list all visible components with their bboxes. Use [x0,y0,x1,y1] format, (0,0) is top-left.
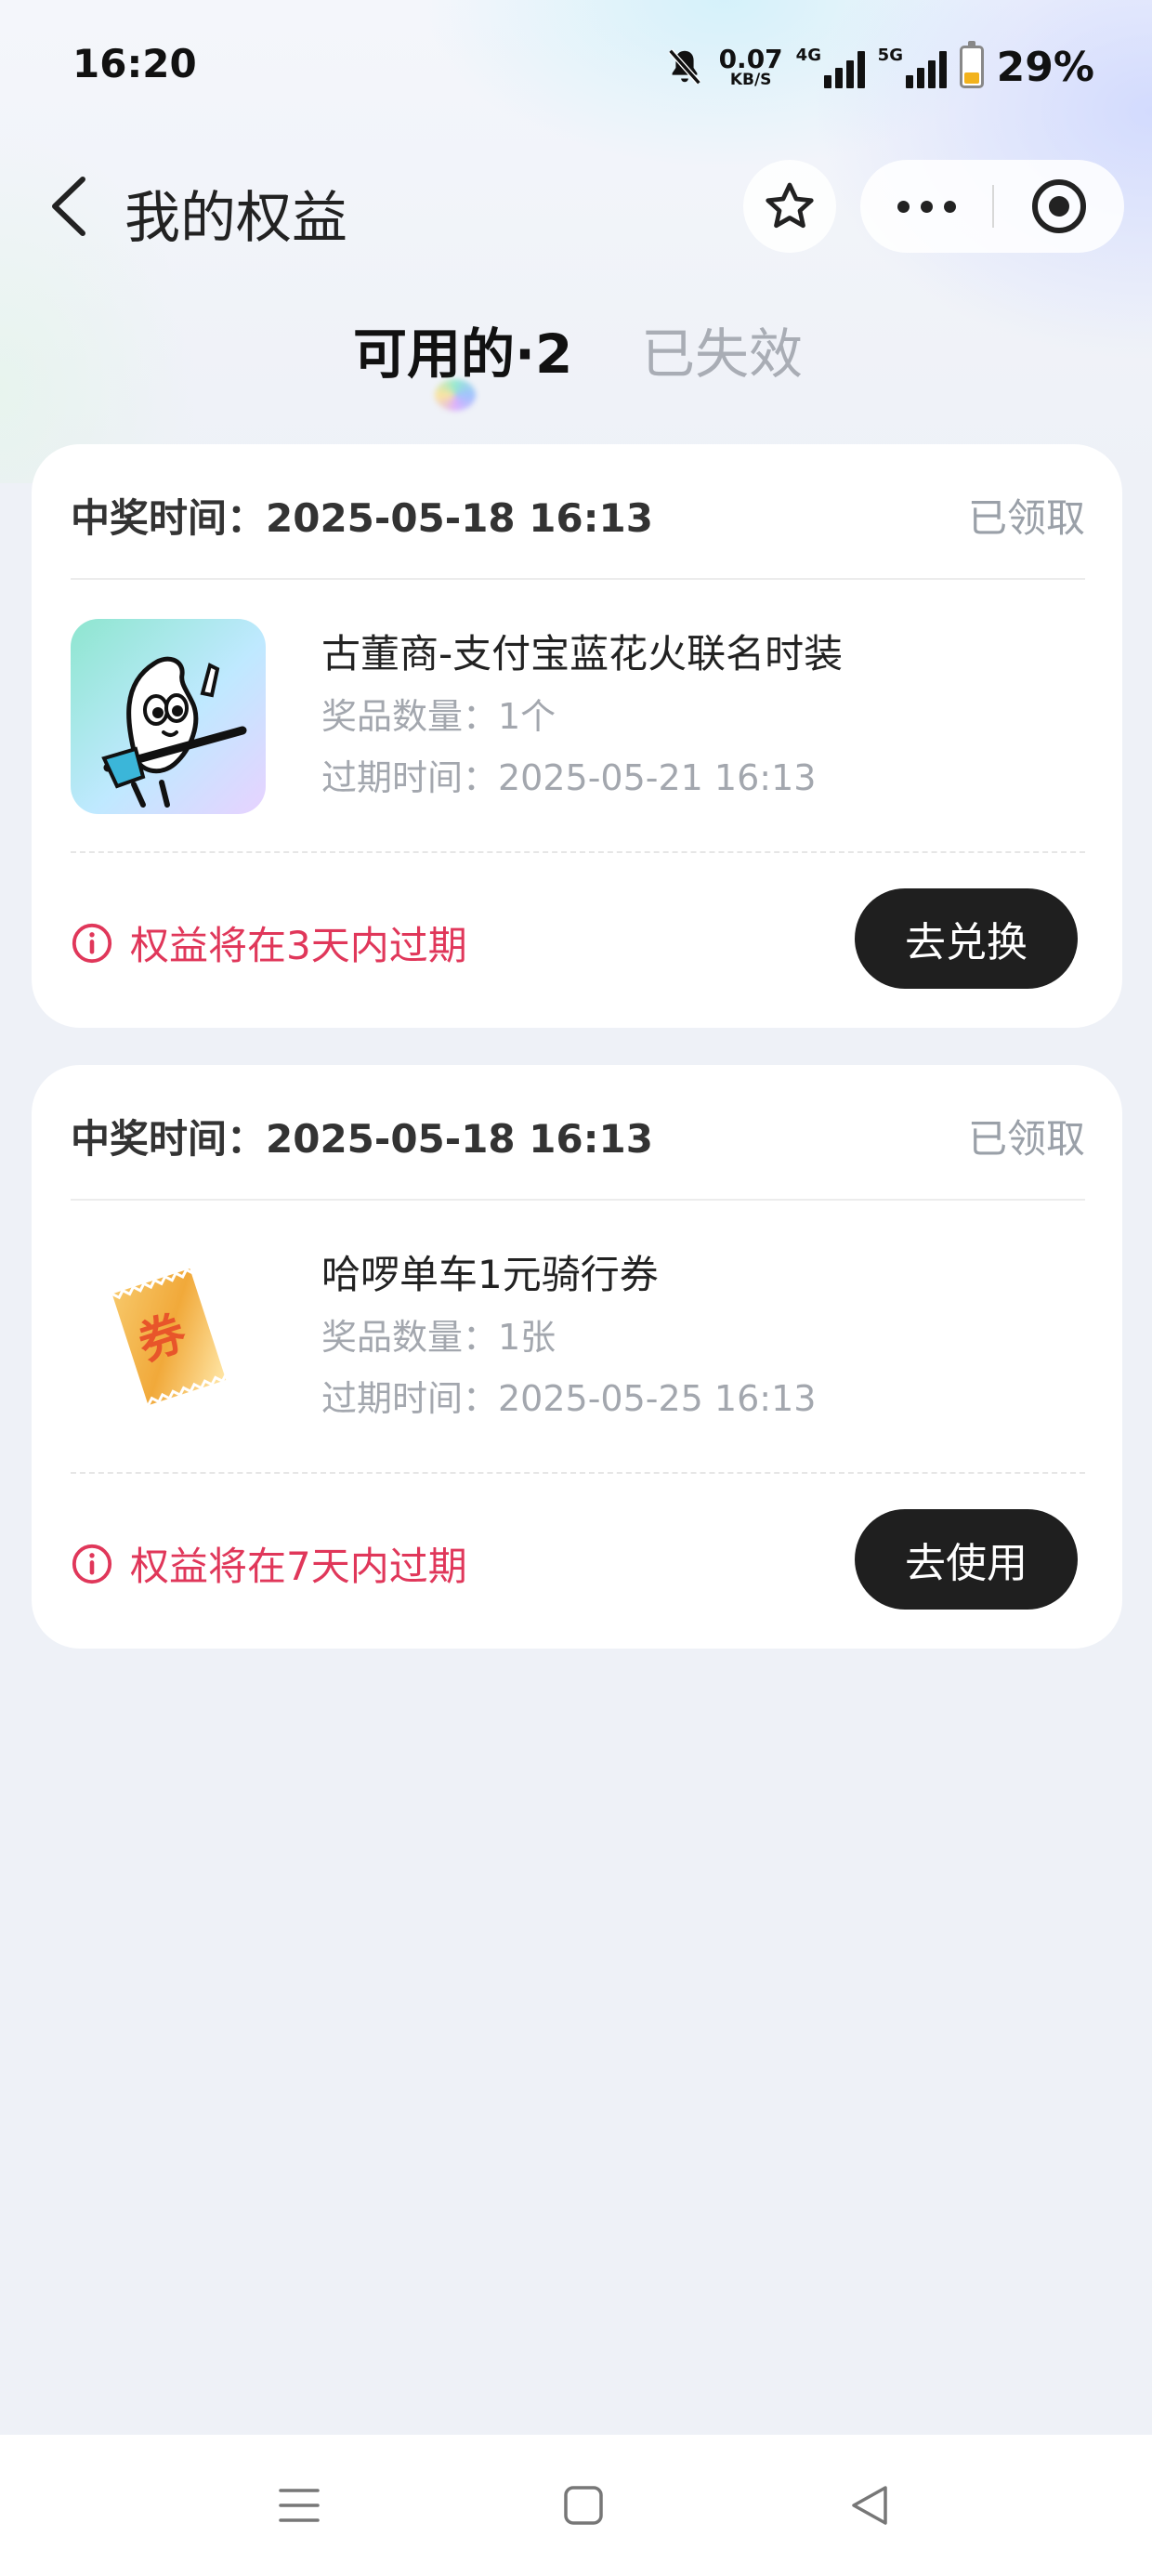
status-bar: 16:20 0.07 KB/S 4G 5G 29% [0,0,1152,130]
card-body: 券 哈啰单车1元骑行券 奖品数量：1张 过期时间：2025-05-25 16:1… [71,1201,1085,1474]
tab-expired[interactable]: 已失效 [641,310,803,388]
status-icons: 0.07 KB/S 4G 5G 29% [663,41,1094,93]
mascot-guitar-icon [101,656,247,808]
prize-name: 哈啰单车1元骑行券 [321,1252,659,1297]
info-circle-icon [72,1544,112,1584]
redeem-button[interactable]: 去兑换 [855,888,1078,989]
win-time: 中奖时间：2025-05-18 16:13 [71,1116,653,1162]
more-dot-icon [920,200,933,213]
card-footer: 权益将在7天内过期 去使用 [71,1474,1085,1649]
reward-card[interactable]: 中奖时间：2025-05-18 16:13 已领取 券 哈啰单车1元骑行券 奖品… [32,1065,1122,1649]
prize-expire-time: 过期时间：2025-05-25 16:13 [321,1378,817,1419]
square-home-icon [564,2486,603,2525]
miniapp-capsule [860,160,1124,253]
network-speed-unit: KB/S [729,70,772,89]
more-dot-icon [943,200,956,213]
expiry-warning-text: 权益将在3天内过期 [130,923,467,968]
tab-available[interactable]: 可用的·2 [353,310,572,388]
expiry-warning-text: 权益将在7天内过期 [130,1544,467,1589]
prize-image [71,619,266,814]
more-button[interactable] [860,160,992,253]
triangle-back-icon [852,2486,887,2525]
more-dot-icon [897,200,910,213]
signal-4g-label: 4G [795,46,821,65]
network-speed: 0.07 KB/S [719,46,783,88]
win-time: 中奖时间：2025-05-18 16:13 [71,495,653,541]
page-title: 我的权益 [124,186,347,251]
hamburger-menu-icon [279,2489,320,2522]
prize-image: 券 [71,1240,266,1435]
use-button[interactable]: 去使用 [855,1509,1078,1610]
nav-bar: 我的权益 [0,149,1152,264]
close-miniapp-button[interactable] [994,160,1124,253]
system-back-button[interactable] [842,2477,897,2533]
favorite-button[interactable] [743,160,836,253]
signal-4g-icon: 4G [796,46,865,88]
battery-icon [959,41,984,88]
tab-active-indicator [435,379,476,411]
menu-button[interactable] [271,2477,327,2533]
prize-quantity: 奖品数量：1个 [321,696,556,737]
home-button[interactable] [556,2477,611,2533]
info-circle-icon [72,923,112,963]
prize-expire-time: 过期时间：2025-05-21 16:13 [321,757,817,798]
bell-muted-icon [667,48,701,85]
prize-quantity: 奖品数量：1张 [321,1317,556,1358]
chevron-left-icon [52,177,85,236]
back-button[interactable] [33,171,104,242]
signal-5g-icon: 5G [878,46,947,88]
status-time: 16:20 [72,41,197,86]
signal-5g-label: 5G [877,46,903,65]
network-speed-value: 0.07 [718,43,783,74]
target-circle-icon [1032,179,1086,233]
battery-percent: 29% [996,43,1094,91]
expiry-warning: 权益将在3天内过期 [71,914,467,971]
system-nav-bar [0,2435,1152,2576]
reward-card[interactable]: 中奖时间：2025-05-18 16:13 已领取 古董商-支付宝蓝花火联名时装… [32,444,1122,1028]
prize-name: 古董商-支付宝蓝花火联名时装 [321,631,844,677]
card-body: 古董商-支付宝蓝花火联名时装 奖品数量：1个 过期时间：2025-05-21 1… [71,580,1085,853]
card-header: 中奖时间：2025-05-18 16:13 已领取 [71,444,1085,580]
claim-status: 已领取 [967,495,1085,541]
card-header: 中奖时间：2025-05-18 16:13 已领取 [71,1065,1085,1201]
tab-bar: 可用的·2 已失效 [0,297,1152,411]
claim-status: 已领取 [967,1116,1085,1162]
star-icon [766,182,814,229]
expiry-warning: 权益将在7天内过期 [71,1535,467,1592]
card-footer: 权益将在3天内过期 去兑换 [71,853,1085,1028]
